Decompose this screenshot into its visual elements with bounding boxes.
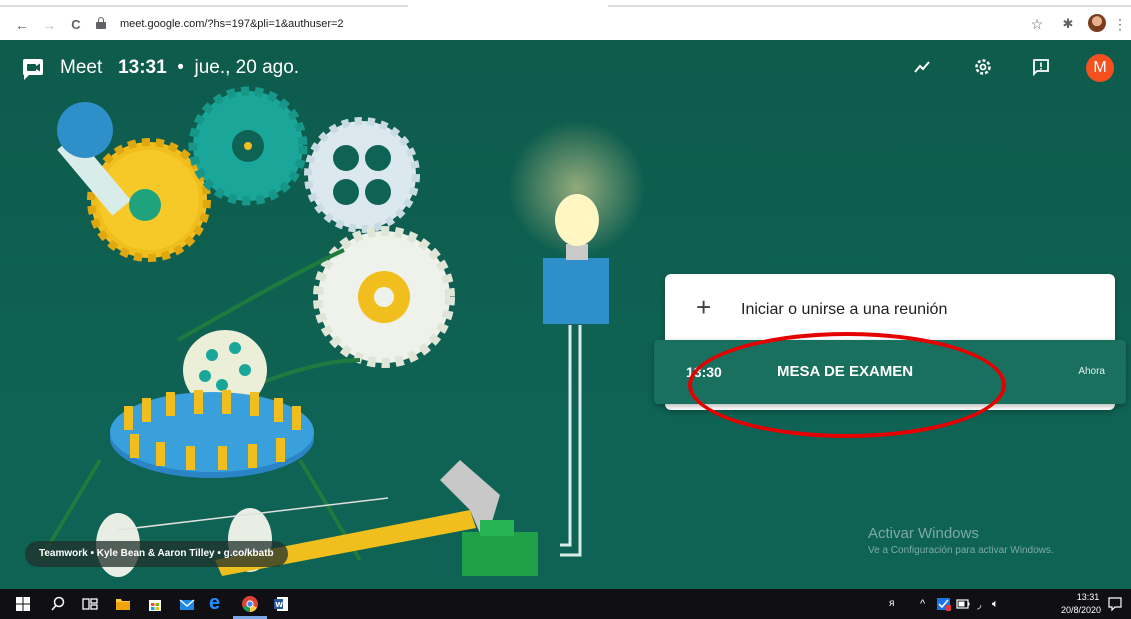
windows-taskbar: e W ᴙ ^ ◞ 🔈︎ 13:31 20/8/2020 — [0, 589, 1131, 619]
windows-activation-title: Activar Windows — [868, 525, 979, 542]
word-icon[interactable]: W — [273, 596, 289, 612]
browser-profile-avatar[interactable] — [1088, 14, 1106, 32]
meet-header-title: Meet 13:31 • jue., 20 ago. — [60, 57, 299, 79]
green-gear — [188, 86, 308, 206]
header-date: jue., 20 ago. — [194, 57, 300, 78]
image-credit[interactable]: Teamwork • Kyle Bean & Aaron Tilley • g.… — [25, 541, 288, 567]
meet-logo-icon — [23, 59, 43, 80]
tab-strip — [0, 0, 1131, 7]
file-explorer-icon[interactable] — [115, 596, 131, 612]
app-name: Meet — [60, 57, 103, 78]
extensions-icon[interactable]: ✱ — [1058, 14, 1078, 34]
search-icon[interactable] — [50, 596, 66, 612]
wifi-icon[interactable]: ◞ — [977, 598, 981, 611]
reload-button[interactable]: C — [66, 15, 86, 35]
windows-start-icon[interactable] — [15, 596, 31, 612]
forward-button[interactable]: → — [39, 15, 59, 35]
mail-icon[interactable] — [179, 596, 195, 612]
chrome-browser-icon[interactable] — [241, 595, 259, 613]
account-avatar[interactable]: M — [1086, 54, 1114, 82]
feedback-icon[interactable] — [1030, 58, 1052, 80]
edge-browser-icon[interactable]: e — [209, 593, 229, 613]
settings-gear-icon[interactable] — [972, 58, 994, 80]
people-icon[interactable]: ᴙ — [889, 598, 894, 609]
browser-chrome: ← → C meet.google.com/?hs=197&pli=1&auth… — [0, 0, 1131, 40]
antivirus-icon[interactable] — [936, 597, 951, 611]
plus-icon[interactable]: + — [696, 294, 711, 320]
address-bar[interactable]: meet.google.com/?hs=197&pli=1&authuser=2 — [96, 13, 1016, 37]
volume-icon[interactable]: 🔈︎ — [992, 598, 999, 611]
quality-trend-icon[interactable] — [911, 58, 933, 80]
header-separator: • — [177, 57, 184, 78]
chevron-up-icon[interactable]: ^ — [920, 598, 925, 610]
tab-divider — [0, 5, 408, 7]
meet-landing-background: Meet 13:31 • jue., 20 ago. M + Iniciar o… — [0, 40, 1131, 589]
microsoft-store-icon[interactable] — [147, 596, 163, 612]
white-gear-top — [304, 117, 420, 233]
browser-menu-icon[interactable]: ⋮ — [1113, 14, 1127, 34]
meeting-status: Ahora — [1078, 366, 1105, 377]
taskbar-clock-time[interactable]: 13:31 — [1067, 592, 1109, 602]
task-view-icon[interactable] — [82, 596, 98, 612]
lock-icon — [96, 17, 106, 31]
tab-divider — [608, 5, 1131, 7]
url-text: meet.google.com/?hs=197&pli=1&authuser=2 — [120, 18, 344, 30]
taskbar-clock-date[interactable]: 20/8/2020 — [1061, 605, 1101, 615]
windows-activation-subtitle: Ve a Configuración para activar Windows. — [868, 545, 1054, 556]
bookmark-star-icon[interactable]: ☆ — [1027, 14, 1047, 34]
join-or-start-meeting-button[interactable]: Iniciar o unirse a una reunión — [741, 301, 947, 319]
header-time: 13:31 — [118, 57, 167, 78]
svg-text:W: W — [275, 601, 283, 609]
back-button[interactable]: ← — [12, 15, 32, 35]
notifications-icon[interactable] — [1107, 596, 1123, 612]
red-annotation-circle — [688, 332, 1006, 438]
battery-icon[interactable] — [956, 598, 970, 610]
